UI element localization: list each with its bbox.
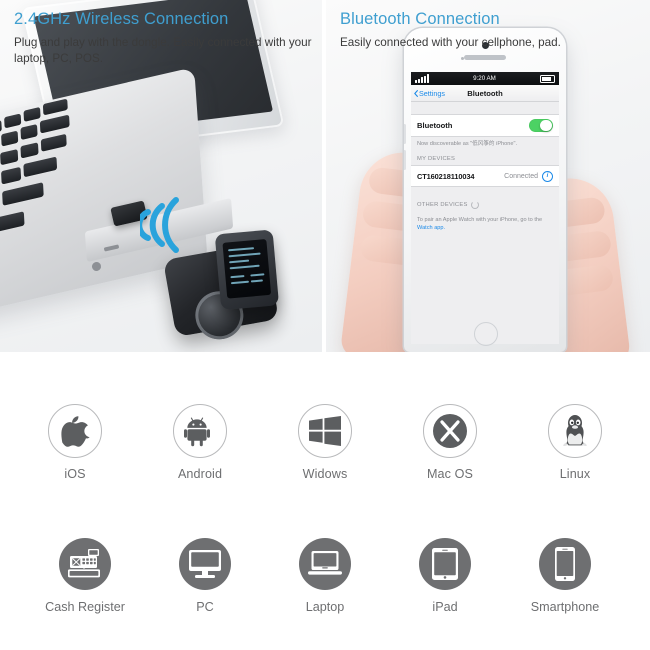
os-item-macos[interactable]: Mac OS: [408, 404, 492, 481]
os-compatibility-row: iOS Android Widows Mac OS Linux: [0, 404, 650, 481]
scanner-head: [214, 229, 280, 311]
device-label-pc: PC: [196, 600, 214, 614]
bluetooth-toggle-switch[interactable]: [529, 118, 553, 133]
device-compatibility-row: Cash Register PC Laptop iPad Smartphone: [0, 538, 650, 614]
device-item-cash-register[interactable]: Cash Register: [43, 538, 127, 614]
os-label-linux: Linux: [559, 467, 591, 481]
back-to-settings-button[interactable]: Settings: [414, 89, 445, 98]
paired-device-status-group: Connected i: [504, 170, 553, 182]
settings-group-gap: [411, 102, 559, 114]
bluetooth-toggle-row[interactable]: Bluetooth: [411, 114, 559, 137]
chevron-left-icon: [414, 89, 418, 97]
paired-device-row[interactable]: CT160218110034 Connected i: [411, 165, 559, 188]
discoverable-note: Now discoverable as "低风筝的 iPhone".: [417, 141, 518, 147]
barcode-scanner-device: [161, 227, 288, 344]
device-info-icon[interactable]: i: [542, 170, 553, 182]
panel-wireless-connection: 2.4GHz Wireless Connection Plug and play…: [0, 0, 322, 352]
device-label-ipad: iPad: [432, 600, 458, 614]
photo-hands-holding-phone: 9:20 AM Settings Bluetooth Bluetooth Now…: [326, 0, 650, 352]
desktop-monitor-icon: [179, 538, 231, 590]
iphone-device: 9:20 AM Settings Bluetooth Bluetooth Now…: [404, 28, 566, 352]
paired-device-status: Connected: [504, 172, 538, 180]
scanner-display: [222, 239, 272, 299]
os-item-android[interactable]: Android: [158, 404, 242, 481]
os-item-linux[interactable]: Linux: [533, 404, 617, 481]
os-label-windows: Widows: [302, 467, 348, 481]
phone-screen: 9:20 AM Settings Bluetooth Bluetooth Now…: [411, 72, 559, 344]
os-label-android: Android: [177, 467, 223, 481]
android-icon: [173, 404, 227, 458]
my-devices-header: MY DEVICES: [411, 151, 559, 165]
device-item-pc[interactable]: PC: [163, 538, 247, 614]
os-label-macos: Mac OS: [426, 467, 474, 481]
panel-bluetooth-subtitle: Easily connected with your cellphone, pa…: [340, 35, 561, 49]
product-feature-image: 2.4GHz Wireless Connection Plug and play…: [0, 0, 650, 650]
cash-register-icon: [59, 538, 111, 590]
device-item-laptop[interactable]: Laptop: [283, 538, 367, 614]
device-item-ipad[interactable]: iPad: [403, 538, 487, 614]
panel-bluetooth-header: Bluetooth Connection Easily connected wi…: [340, 10, 640, 51]
linux-penguin-icon: [548, 404, 602, 458]
battery-icon: [539, 74, 555, 83]
os-item-ios[interactable]: iOS: [33, 404, 117, 481]
panel-wireless-title: 2.4GHz Wireless Connection: [14, 10, 229, 28]
paired-device-name: CT160218110034: [417, 171, 475, 181]
windows-icon: [298, 404, 352, 458]
phone-volume-down-button[interactable]: [404, 150, 406, 170]
tablet-icon: [419, 538, 471, 590]
scanning-spinner-icon: [470, 201, 479, 210]
other-devices-header: OTHER DEVICES: [411, 187, 559, 212]
device-label-cash-register: Cash Register: [45, 600, 125, 614]
bluetooth-row-label: Bluetooth: [417, 121, 453, 130]
ios-nav-bar: Settings Bluetooth: [411, 85, 559, 102]
watch-app-link[interactable]: Watch app.: [417, 225, 445, 231]
device-label-laptop: Laptop: [305, 600, 345, 614]
panel-wireless-subtitle: Plug and play with the dongle. Easily co…: [14, 35, 312, 66]
panel-wireless-header: 2.4GHz Wireless Connection Plug and play…: [14, 10, 312, 68]
smartphone-icon: [539, 538, 591, 590]
apple-icon: [48, 404, 102, 458]
device-label-smartphone: Smartphone: [530, 600, 600, 614]
back-button-label: Settings: [419, 88, 445, 98]
laptop-icon: [299, 538, 351, 590]
phone-earpiece-speaker: [464, 55, 506, 60]
phone-home-button[interactable]: [474, 322, 498, 346]
status-bar-time: 9:20 AM: [473, 75, 496, 82]
compatibility-section: iOS Android Widows Mac OS Linux Cash Reg…: [0, 352, 650, 650]
os-label-ios: iOS: [64, 467, 86, 481]
macos-x-icon: [423, 404, 477, 458]
phone-volume-up-button[interactable]: [404, 124, 406, 144]
my-devices-header-label: MY DEVICES: [417, 156, 456, 163]
device-item-smartphone[interactable]: Smartphone: [523, 538, 607, 614]
panel-bluetooth-connection: 9:20 AM Settings Bluetooth Bluetooth Now…: [326, 0, 650, 352]
signal-strength-icon: [415, 74, 429, 83]
pair-note-text: To pair an Apple Watch with your iPhone,…: [417, 217, 543, 224]
apple-watch-pair-note: To pair an Apple Watch with your iPhone,…: [411, 212, 559, 232]
other-devices-header-label: OTHER DEVICES: [417, 202, 468, 209]
feature-panels: 2.4GHz Wireless Connection Plug and play…: [0, 0, 650, 352]
os-item-windows[interactable]: Widows: [283, 404, 367, 481]
panel-bluetooth-title: Bluetooth Connection: [340, 10, 500, 28]
ios-status-bar: 9:20 AM: [411, 72, 559, 85]
